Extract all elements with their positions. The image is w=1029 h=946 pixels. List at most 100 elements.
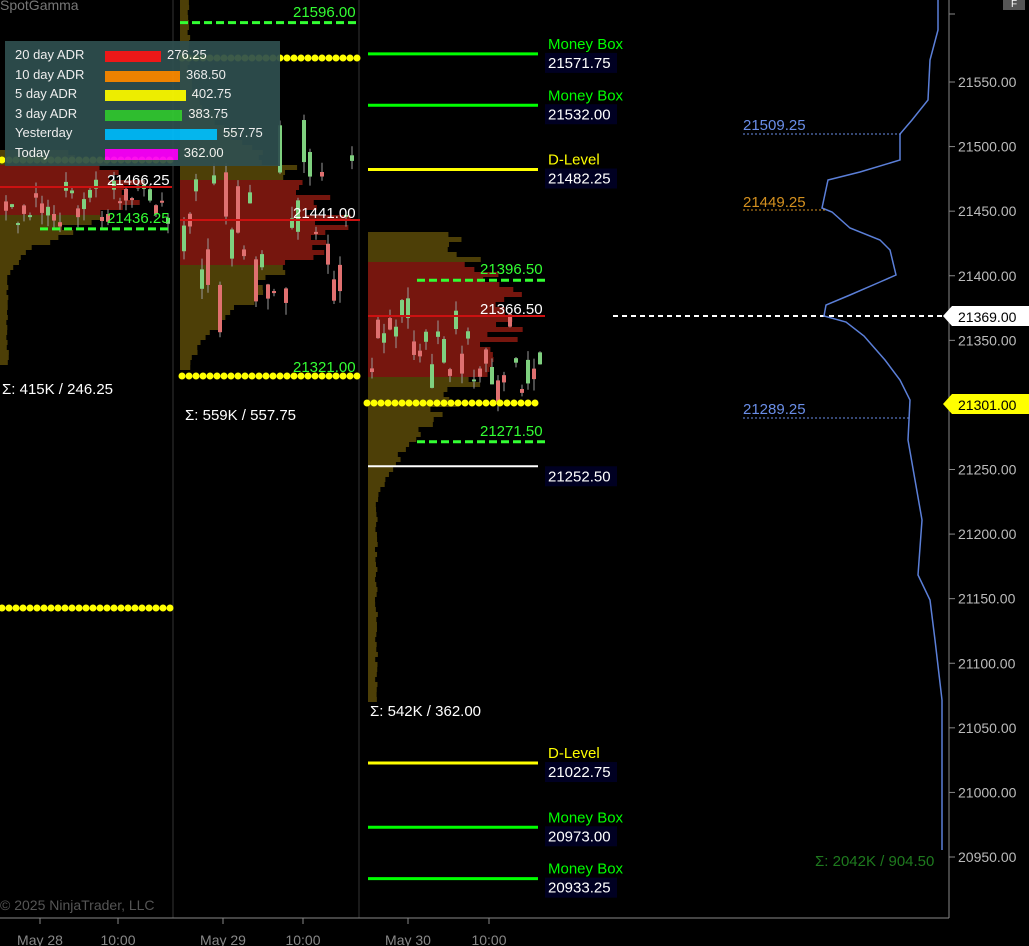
volume-bar	[368, 502, 376, 507]
candle-body	[430, 364, 434, 388]
candle-body	[442, 339, 446, 363]
chart-menu-button[interactable]: F	[1003, 0, 1025, 10]
volume-bar	[368, 442, 410, 447]
adr-value: 362.00	[183, 144, 224, 160]
candle-body	[200, 269, 204, 289]
volume-bar	[180, 305, 234, 310]
candle-body	[412, 341, 416, 355]
dot-level-marker	[220, 372, 228, 380]
candle-body	[10, 204, 14, 208]
volume-bar	[368, 572, 376, 577]
level-type-label: Money Box	[548, 861, 624, 878]
candle-body	[34, 193, 38, 198]
volume-bar	[368, 347, 491, 352]
dot-level-marker	[405, 399, 413, 407]
dot-level-marker	[54, 604, 62, 612]
candle-body	[314, 231, 318, 234]
dot-level-marker	[412, 399, 420, 407]
volume-bar	[0, 210, 101, 215]
adr-label: 10 day ADR	[15, 66, 85, 82]
volume-bar	[0, 285, 9, 290]
dot-level-marker	[290, 54, 298, 62]
adr-value: 557.75	[223, 125, 263, 140]
level-value-label: 20933.25	[548, 880, 611, 897]
watermark-label: SpotGamma	[0, 0, 79, 13]
volume-bar	[368, 492, 379, 497]
session-sum-label: Σ: 559K / 557.75	[185, 407, 296, 424]
dot-level-marker	[199, 372, 207, 380]
volume-bar	[180, 175, 284, 180]
volume-bar	[368, 352, 493, 357]
volume-bar	[180, 240, 327, 245]
dot-level-marker	[503, 399, 511, 407]
adr-label: 3 day ADR	[15, 105, 78, 121]
adr-bar	[105, 90, 186, 101]
volume-bar	[368, 642, 377, 647]
dot-level-marker	[353, 54, 361, 62]
volume-bar	[180, 320, 220, 325]
candle-body	[332, 279, 336, 301]
volume-bar	[0, 270, 11, 275]
session-poc-label: 21466.25	[107, 172, 170, 189]
adr-bar	[105, 70, 181, 82]
price-tick-label: 21250.00	[958, 462, 1017, 478]
dot-level-marker	[370, 399, 378, 407]
volume-bar	[368, 497, 379, 502]
candle-body	[88, 189, 92, 198]
adr-value: 276.25	[167, 47, 207, 62]
volume-bar	[180, 355, 192, 360]
volume-bar	[368, 667, 378, 672]
price-tick-label: 21100.00	[958, 655, 1016, 671]
dot-level-marker	[297, 54, 305, 62]
volume-bar	[180, 180, 303, 185]
candle-body	[76, 208, 80, 218]
dot-level-marker	[5, 604, 13, 612]
volume-bar	[368, 687, 377, 692]
adr-label: 5 day ADR	[15, 86, 78, 101]
dot-level-marker	[269, 372, 277, 380]
candle-body	[326, 243, 330, 265]
price-tick-label: 21500.00	[958, 139, 1017, 155]
volume-bar	[0, 355, 9, 360]
dot-level-marker	[276, 372, 284, 380]
level-type-label: Money Box	[548, 36, 624, 53]
volume-bar	[0, 175, 109, 180]
volume-bar	[0, 320, 7, 325]
volume-bar	[0, 280, 8, 285]
price-tick-label: 21000.00	[958, 784, 1017, 800]
dot-level-marker	[159, 604, 167, 612]
volume-bar	[0, 310, 8, 315]
dot-level-marker	[391, 399, 399, 407]
volume-bar	[368, 477, 386, 482]
adr-label: 20 day ADR	[15, 47, 85, 62]
level-value-label: 21022.75	[548, 764, 611, 781]
level-type-label: Money Box	[548, 87, 624, 104]
dot-level-marker	[283, 372, 291, 380]
dot-level-marker	[332, 54, 340, 62]
volume-bar	[180, 250, 325, 255]
volume-bar	[0, 275, 8, 280]
dot-level-marker	[510, 399, 518, 407]
volume-bar	[0, 250, 26, 255]
volume-bar	[368, 597, 376, 602]
candle-body	[538, 352, 542, 365]
volume-bar	[368, 417, 434, 422]
candle-body	[496, 380, 500, 402]
adr-label: Yesterday	[15, 125, 73, 140]
volume-bar	[368, 247, 448, 252]
level-type-label: D-Level	[548, 152, 600, 169]
adr-label: Today	[15, 144, 50, 160]
volume-bar	[0, 230, 74, 235]
price-tick-label: 21150.00	[958, 591, 1016, 607]
volume-bar	[368, 662, 378, 667]
volume-bar	[368, 632, 377, 637]
volume-bar	[0, 305, 8, 310]
dot-level-marker	[489, 399, 497, 407]
candle-body	[350, 155, 354, 161]
session-sum-label: Σ: 542K / 362.00	[370, 703, 481, 720]
dot-level-marker	[447, 399, 455, 407]
dot-level-marker	[255, 372, 263, 380]
volume-bar	[180, 335, 206, 340]
level-value-label: 21532.00	[548, 106, 611, 123]
adr-row: 20 day ADR 276.25	[15, 47, 280, 65]
